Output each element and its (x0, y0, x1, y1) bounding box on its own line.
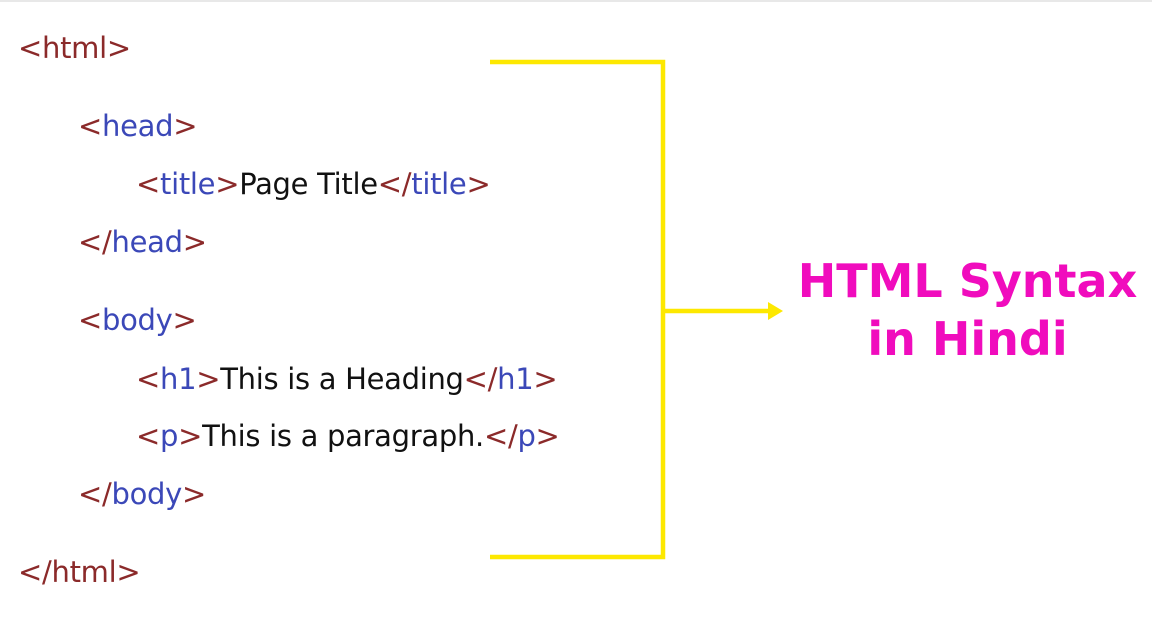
diagram-label: HTML Syntax in Hindi (790, 252, 1145, 368)
arrow-head-icon (768, 302, 783, 320)
bracket-line (490, 59, 666, 560)
label-line-2: in Hindi (867, 312, 1068, 366)
label-line-1: HTML Syntax (797, 254, 1138, 308)
